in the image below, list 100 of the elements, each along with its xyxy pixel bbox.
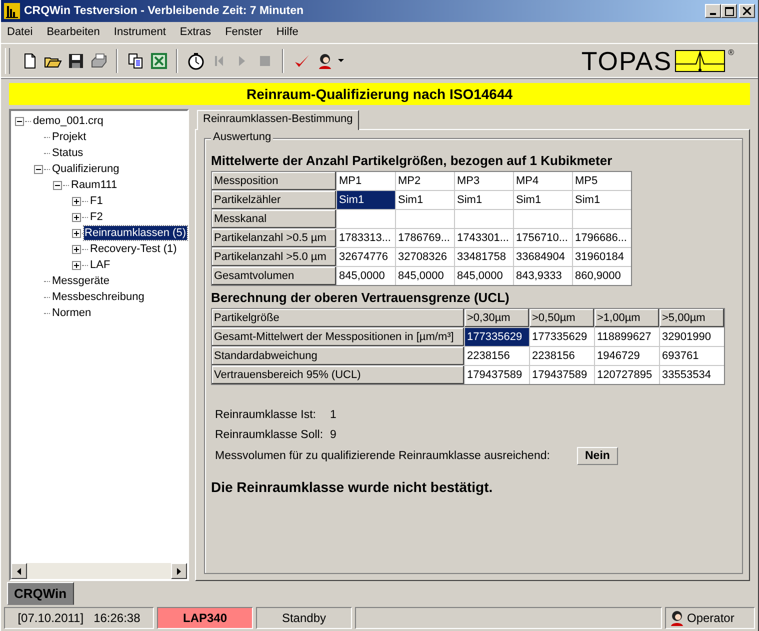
- tree-item[interactable]: Projekt: [51, 130, 88, 144]
- tree-item[interactable]: LAF: [89, 258, 112, 272]
- tab[interactable]: Reinraumklassen-Bestimmung: [197, 110, 359, 130]
- tree-item[interactable]: Messgeräte: [51, 274, 110, 288]
- table-cell[interactable]: 33553534: [660, 366, 724, 384]
- table-cell[interactable]: 1756710...: [514, 229, 572, 247]
- row-header: Partikelzähler: [212, 191, 336, 209]
- status-date: [07.10.2011]: [18, 611, 84, 625]
- table-cell[interactable]: 32901990: [660, 328, 724, 346]
- tree-item[interactable]: Normen: [51, 306, 92, 320]
- table-cell[interactable]: 31960184: [573, 248, 631, 266]
- caret-icon[interactable]: [338, 59, 344, 63]
- table-cell[interactable]: 120727895: [595, 366, 659, 384]
- table-cell[interactable]: [396, 210, 454, 228]
- table-cell[interactable]: 693761: [660, 347, 724, 365]
- left-arrow-icon: [17, 568, 21, 574]
- tree-item[interactable]: Qualifizierung: [51, 162, 120, 176]
- expander-icon[interactable]: [72, 212, 81, 222]
- menu-item[interactable]: Fenster: [225, 26, 262, 38]
- tree-item[interactable]: Reinraumklassen (5): [84, 226, 187, 240]
- row-header: Gesamtvolumen: [212, 267, 336, 285]
- table-cell[interactable]: Sim1: [337, 191, 395, 209]
- printer-icon: [90, 52, 108, 70]
- table-cell[interactable]: [573, 210, 631, 228]
- tree-item[interactable]: F1: [89, 194, 104, 208]
- table-cell[interactable]: 2238156: [465, 347, 529, 365]
- bar-chart-icon: [4, 3, 20, 19]
- table-cell[interactable]: 32674776: [337, 248, 395, 266]
- table-cell[interactable]: 845,0000: [337, 267, 395, 285]
- expander-icon[interactable]: [72, 196, 81, 206]
- expander-icon[interactable]: [15, 116, 24, 126]
- banner: Reinraum-Qualifizierung nach ISO14644: [9, 83, 750, 105]
- menu-item[interactable]: Datei: [7, 26, 33, 38]
- menu-item[interactable]: Extras: [180, 26, 212, 38]
- menu-item[interactable]: Instrument: [114, 26, 166, 38]
- conclusion-text: Die Reinraumklasse wurde nicht bestätigt.: [211, 479, 494, 495]
- maximize-button[interactable]: [721, 4, 737, 18]
- result-indicator: Nein: [577, 447, 618, 465]
- expander-icon[interactable]: [72, 228, 81, 238]
- table-cell[interactable]: [337, 210, 395, 228]
- table-cell[interactable]: 845,0000: [396, 267, 454, 285]
- table-cell[interactable]: 179437589: [465, 366, 529, 384]
- table-cell[interactable]: 843,9333: [514, 267, 572, 285]
- column-header: MP5: [573, 172, 631, 190]
- result-value: 9: [330, 429, 336, 441]
- row-header: Standardabweichung: [212, 347, 464, 365]
- table-cell[interactable]: Sim1: [514, 191, 572, 209]
- row-header: Messkanal: [212, 210, 336, 228]
- close-icon: [743, 7, 751, 15]
- expander-icon[interactable]: [72, 244, 81, 254]
- table-cell[interactable]: 860,9000: [573, 267, 631, 285]
- column-header: MP1: [337, 172, 395, 190]
- column-header: MP3: [455, 172, 513, 190]
- expander-icon[interactable]: [72, 260, 81, 270]
- table-cell[interactable]: Sim1: [396, 191, 454, 209]
- table-cell[interactable]: 177335629: [530, 328, 594, 346]
- window-tab[interactable]: CRQWin: [7, 582, 74, 605]
- stop-icon: [260, 56, 270, 66]
- tree-item[interactable]: Raum111: [70, 178, 118, 192]
- tree-item[interactable]: demo_001.crq: [32, 114, 104, 128]
- table-cell[interactable]: Sim1: [573, 191, 631, 209]
- logo-icon: [675, 50, 726, 72]
- table-cell[interactable]: 1796686...: [573, 229, 631, 247]
- result-label: Messvolumen für zu qualifizierende Reinraumklasse ausreichend:: [215, 450, 551, 462]
- tree-item[interactable]: Status: [51, 146, 84, 160]
- menu-item[interactable]: Hilfe: [276, 26, 298, 38]
- table-cell[interactable]: Sim1: [455, 191, 513, 209]
- table-cell[interactable]: 179437589: [530, 366, 594, 384]
- skip-back-icon: [214, 56, 222, 66]
- play-icon: [238, 56, 244, 66]
- table-cell[interactable]: 33684904: [514, 248, 572, 266]
- stopwatch-icon: [186, 52, 204, 70]
- tree-item[interactable]: Messbeschreibung: [51, 290, 146, 304]
- table-cell[interactable]: 1743301...: [455, 229, 513, 247]
- scrollbar[interactable]: [11, 563, 187, 579]
- table-cell[interactable]: 1786769...: [396, 229, 454, 247]
- expander-icon[interactable]: [53, 180, 62, 190]
- column-header: >0,50µm: [530, 309, 594, 327]
- registered-mark: ®: [728, 48, 734, 56]
- table-cell[interactable]: 2238156: [530, 347, 594, 365]
- table-cell[interactable]: 845,0000: [455, 267, 513, 285]
- table-cell[interactable]: 177335629: [465, 328, 529, 346]
- user-name: Operator: [687, 611, 734, 625]
- table-cell[interactable]: 33481758: [455, 248, 513, 266]
- table-cell[interactable]: 1946729: [595, 347, 659, 365]
- close-button[interactable]: [739, 4, 755, 18]
- menu-item[interactable]: Bearbeiten: [46, 26, 100, 38]
- status-field: LAP340: [157, 607, 253, 629]
- table-cell[interactable]: [455, 210, 513, 228]
- new-file-icon: [24, 53, 36, 69]
- section-heading: Berechnung der oberen Vertrauensgrenze (UCL): [211, 290, 510, 305]
- row-header: Partikelanzahl >5.0 µm: [212, 248, 336, 266]
- tree-item[interactable]: F2: [89, 210, 104, 224]
- expander-icon[interactable]: [34, 164, 43, 174]
- table-cell[interactable]: 118899627: [595, 328, 659, 346]
- tree-item[interactable]: Recovery-Test (1): [89, 242, 178, 256]
- minimize-button[interactable]: [705, 4, 721, 18]
- table-cell[interactable]: [514, 210, 572, 228]
- table-cell[interactable]: 1783313...: [337, 229, 395, 247]
- table-cell[interactable]: 32708326: [396, 248, 454, 266]
